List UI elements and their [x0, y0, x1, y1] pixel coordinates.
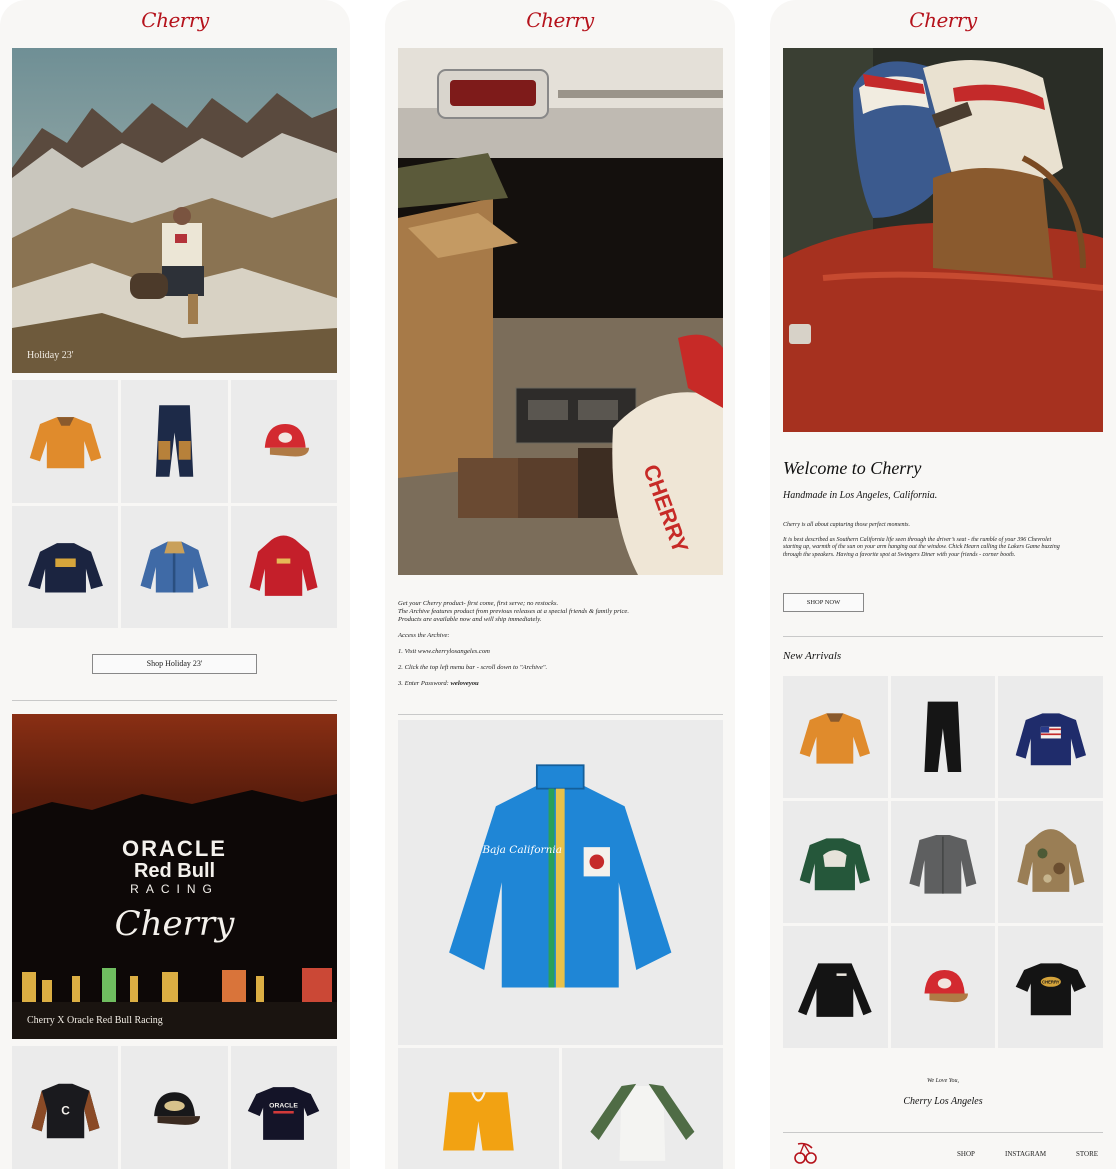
email-preview-holiday: Cherry Holiday 23' Shop Holiday 23' ORAC… — [0, 0, 350, 1169]
hero-image-redbull-collab[interactable]: ORACLE Red Bull RACING Cherry Cherry X O… — [12, 714, 337, 1039]
tee-print-text: CHERRY — [1042, 980, 1060, 985]
hero-image-welcome[interactable] — [783, 48, 1103, 432]
varsity-jacket-icon: C — [31, 1083, 100, 1139]
product-tile[interactable] — [890, 676, 996, 798]
product-grid-redbull: C ORACLE — [12, 1046, 337, 1169]
cherry-script-logo: Cherry — [114, 904, 235, 944]
step-2: 2. Click the top left menu bar - scroll … — [398, 664, 548, 671]
step-1: 1. Visit www.cherrylosangeles.com — [398, 648, 490, 655]
we-love-you-text: We Love You, — [926, 1078, 960, 1084]
email-preview-welcome: Cherry Welcome to Cherry Handmade in Los… — [770, 0, 1116, 1169]
red-cap-icon — [265, 424, 310, 457]
hero-image-archive[interactable]: CHERRY — [398, 48, 723, 575]
svg-text:C: C — [61, 1103, 70, 1117]
product-tile[interactable]: ORACLE — [230, 1046, 337, 1169]
hero-caption: Holiday 23' — [27, 350, 74, 361]
product-tile[interactable] — [998, 676, 1103, 798]
tee-print-text: ORACLE — [269, 1103, 298, 1110]
black-cap-icon — [154, 1092, 201, 1125]
welcome-subtitle: Handmade in Los Angeles, California. — [783, 490, 938, 501]
product-tile[interactable] — [230, 380, 337, 503]
denim-jacket-icon — [140, 541, 209, 593]
divider — [12, 700, 337, 701]
hero-image-holiday[interactable]: Holiday 23' — [12, 48, 337, 373]
blue-track-jacket-icon: Baja California — [449, 764, 672, 988]
product-tile[interactable] — [783, 801, 888, 923]
divider — [783, 636, 1103, 637]
intro-line: Products are available now and will ship… — [398, 616, 542, 623]
orange-jacket-icon — [800, 713, 871, 764]
welcome-body: Cherry is all about capturing those perf… — [783, 522, 1063, 559]
email-preview-archive: Cherry CHERRY Get your Cherry product- f… — [385, 0, 735, 1169]
racing-wordmark: RACING — [130, 882, 219, 896]
intro-line: Get your Cherry product- first come, fir… — [398, 600, 559, 607]
camo-hoodie-icon — [1017, 829, 1085, 893]
product-tile[interactable] — [783, 676, 888, 798]
archive-intro-text: Get your Cherry product- first come, fir… — [398, 600, 723, 688]
yellow-shorts-icon — [443, 1091, 514, 1151]
black-longsleeve-icon — [798, 963, 873, 1018]
product-tile[interactable] — [890, 926, 996, 1048]
redbull-wordmark: Red Bull — [133, 860, 216, 882]
new-arrivals-heading: New Arrivals — [783, 650, 842, 662]
product-tile[interactable] — [783, 926, 888, 1048]
product-tile[interactable] — [12, 505, 119, 628]
welcome-para-1: Cherry is all about capturing those perf… — [783, 522, 910, 528]
shop-holiday-button[interactable]: Shop Holiday 23' — [92, 654, 257, 674]
shop-now-button[interactable]: SHOP NOW — [783, 593, 864, 612]
grey-shirt-icon — [909, 835, 977, 894]
green-crewneck-icon — [800, 838, 871, 891]
product-tile[interactable] — [121, 380, 228, 503]
divider — [783, 1132, 1103, 1133]
signoff-text: Cherry Los Angeles — [903, 1096, 983, 1107]
collab-caption: Cherry X Oracle Red Bull Racing — [27, 1015, 163, 1026]
intro-line: The Archive features product from previo… — [398, 608, 629, 615]
black-pants-icon — [924, 701, 962, 773]
black-tee-icon: CHERRY — [1015, 963, 1086, 1016]
product-tile[interactable] — [998, 801, 1103, 923]
product-grid-archive — [398, 1048, 723, 1169]
footer-nav: SHOP INSTAGRAM STORE — [770, 1150, 1116, 1162]
product-tile[interactable] — [230, 505, 337, 628]
product-grid-holiday — [12, 380, 337, 628]
raglan-tee-icon — [590, 1083, 695, 1161]
product-tile-featured[interactable]: Baja California — [398, 720, 723, 1045]
oracle-tee-icon: ORACLE — [248, 1087, 320, 1140]
footer-link-shop[interactable]: SHOP — [957, 1150, 975, 1158]
product-tile[interactable] — [12, 380, 119, 503]
work-pants-icon — [155, 405, 194, 477]
cherry-logo[interactable]: Cherry — [770, 8, 1116, 32]
product-tile[interactable]: CHERRY — [998, 926, 1103, 1048]
cherry-logo[interactable]: Cherry — [0, 8, 350, 32]
product-tile[interactable] — [890, 801, 996, 923]
red-hoodie-icon — [249, 535, 318, 596]
welcome-heading: Welcome to Cherry — [783, 458, 922, 478]
product-tile[interactable] — [562, 1048, 723, 1169]
oracle-wordmark: ORACLE — [122, 836, 227, 861]
red-cap-icon — [924, 970, 969, 1003]
product-grid-new-arrivals: CHERRY — [783, 676, 1103, 1048]
orange-jacket-icon — [29, 417, 101, 469]
welcome-para-2: It is best described as Southern Califor… — [783, 536, 1060, 558]
archive-password: weloveyou — [450, 680, 479, 687]
oracle-redbull-logo: ORACLE Red Bull RACING Cherry — [12, 838, 337, 946]
flag-sweater-icon — [1015, 713, 1086, 766]
product-tile[interactable] — [121, 1046, 228, 1169]
footer-link-store[interactable]: STORE — [1076, 1150, 1098, 1158]
product-tile[interactable]: C — [12, 1046, 119, 1169]
step-3-label: 3. Enter Password: — [398, 680, 451, 687]
navy-pullover-icon — [27, 542, 103, 593]
cherry-logo[interactable]: Cherry — [385, 8, 735, 32]
access-heading: Access the Archive: — [398, 632, 450, 639]
product-tile[interactable] — [398, 1048, 559, 1169]
divider — [398, 714, 723, 715]
jacket-script-text: Baja California — [482, 844, 563, 856]
footer-link-instagram[interactable]: INSTAGRAM — [1005, 1150, 1046, 1158]
product-tile[interactable] — [121, 505, 228, 628]
